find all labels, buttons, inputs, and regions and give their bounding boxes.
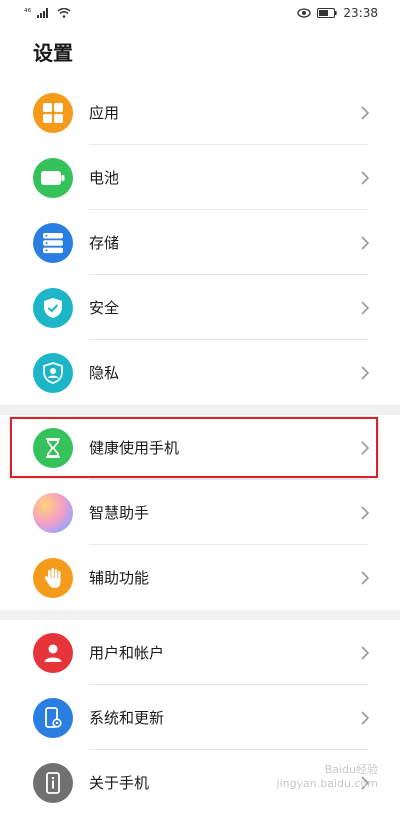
storage-icon xyxy=(33,222,73,263)
highlight-box xyxy=(10,417,378,478)
status-bar: ⁴⁶ 23:38 xyxy=(0,0,400,26)
battery-status-icon xyxy=(317,8,338,18)
group-separator xyxy=(0,405,400,415)
settings-item-label: 用户和帐户 xyxy=(89,644,165,662)
chevron-right-icon xyxy=(361,170,370,185)
settings-item-security[interactable]: 安全 xyxy=(0,275,400,340)
settings-item-storage[interactable]: 存储 xyxy=(0,210,400,275)
settings-item-apps[interactable]: 应用 xyxy=(0,80,400,145)
phone-settings-icon xyxy=(33,697,73,738)
wifi-icon xyxy=(57,8,71,18)
settings-item-label: 存储 xyxy=(89,234,120,252)
settings-group-2: 健康使用手机 智慧助手 辅助功能 xyxy=(0,415,400,610)
settings-item-label: 应用 xyxy=(89,104,120,122)
settings-item-label: 安全 xyxy=(89,299,120,317)
settings-item-smart-assistant[interactable]: 智慧助手 xyxy=(0,480,400,545)
user-icon xyxy=(33,632,73,673)
settings-item-users-accounts[interactable]: 用户和帐户 xyxy=(0,620,400,685)
settings-item-label: 电池 xyxy=(89,169,120,187)
settings-group-1: 应用 电池 存储 安全 隐私 xyxy=(0,80,400,405)
settings-item-system-update[interactable]: 系统和更新 xyxy=(0,685,400,750)
apps-icon xyxy=(33,92,73,133)
watermark: Baidu经验 jingyan.baidu.com xyxy=(276,763,378,790)
chevron-right-icon xyxy=(361,365,370,380)
settings-item-digital-balance[interactable]: 健康使用手机 xyxy=(0,415,400,480)
shield-check-icon xyxy=(33,287,73,328)
chevron-right-icon xyxy=(361,235,370,250)
chevron-right-icon xyxy=(361,645,370,660)
signal-text: ⁴⁶ xyxy=(24,8,32,18)
status-time: 23:38 xyxy=(343,6,378,20)
eye-icon xyxy=(297,8,312,18)
chevron-right-icon xyxy=(361,570,370,585)
chevron-right-icon xyxy=(361,710,370,725)
battery-icon xyxy=(33,157,73,198)
chevron-right-icon xyxy=(361,300,370,315)
assistant-icon xyxy=(33,492,73,533)
status-right: 23:38 xyxy=(297,6,378,20)
hand-icon xyxy=(33,557,73,598)
settings-item-label: 辅助功能 xyxy=(89,569,150,587)
group-separator xyxy=(0,610,400,620)
settings-item-label: 系统和更新 xyxy=(89,709,165,727)
settings-item-label: 智慧助手 xyxy=(89,504,150,522)
chevron-right-icon xyxy=(361,505,370,520)
settings-item-label: 隐私 xyxy=(89,364,120,382)
signal-icon xyxy=(37,8,49,18)
privacy-icon xyxy=(33,352,73,393)
status-left: ⁴⁶ xyxy=(24,8,71,18)
chevron-right-icon xyxy=(361,105,370,120)
settings-item-privacy[interactable]: 隐私 xyxy=(0,340,400,405)
page-title: 设置 xyxy=(33,41,73,65)
phone-info-icon xyxy=(33,762,73,803)
settings-item-accessibility[interactable]: 辅助功能 xyxy=(0,545,400,610)
settings-item-battery[interactable]: 电池 xyxy=(0,145,400,210)
